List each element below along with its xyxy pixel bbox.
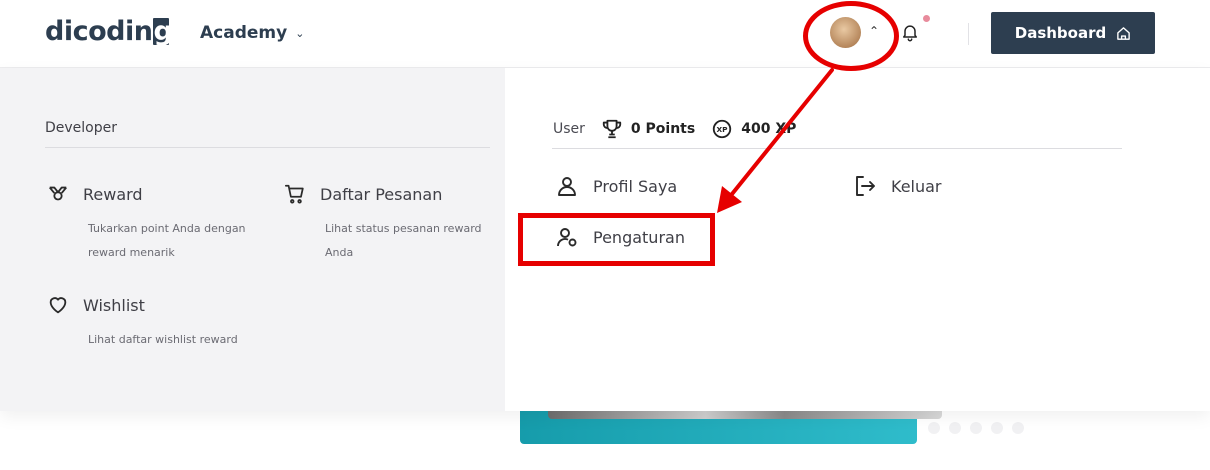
developer-section-title: Developer [45, 120, 118, 136]
annotation-rectangle [518, 213, 715, 266]
page: dicoding Academy ⌄ ⌃ Dashboard Developer [0, 0, 1210, 470]
svg-text:XP: XP [717, 125, 729, 134]
carousel-dot[interactable] [949, 422, 961, 434]
menu-item-title: Reward [83, 184, 143, 204]
carousel-dot[interactable] [991, 422, 1003, 434]
menu-item-title: Daftar Pesanan [320, 184, 443, 204]
points-value: 0 Points [630, 121, 696, 137]
logo-text: dicodin [45, 16, 153, 47]
notification-dot [923, 15, 930, 22]
menu-item-description: Lihat daftar wishlist reward [88, 333, 238, 346]
user-stats-row: User 0 Points XP 400 XP [553, 118, 804, 140]
menu-item-reward[interactable]: Reward Tukarkan point Anda dengan reward… [47, 183, 248, 265]
dashboard-button-label: Dashboard [1014, 24, 1107, 42]
xp-icon: XP [713, 119, 732, 139]
top-navbar: dicoding Academy ⌄ ⌃ Dashboard [0, 0, 1210, 68]
logout-icon [856, 176, 875, 196]
annotation-ellipse [803, 1, 899, 71]
menu-item-description: Lihat status pesanan reward Anda [325, 222, 482, 259]
header-divider [968, 23, 969, 45]
menu-item-wishlist[interactable]: Wishlist Lihat daftar wishlist reward [47, 294, 288, 352]
menu-item-title: Keluar [891, 176, 942, 196]
bell-icon[interactable] [900, 21, 920, 43]
section-divider [552, 148, 1122, 149]
menu-item-profil-saya[interactable]: Profil Saya [555, 174, 677, 198]
menu-item-title: Profil Saya [593, 176, 678, 196]
dashboard-button[interactable]: Dashboard [991, 12, 1155, 54]
user-icon [558, 177, 576, 196]
menu-item-description: Tukarkan point Anda dengan reward menari… [88, 222, 246, 259]
xp-value: 400 XP [741, 121, 797, 137]
dicoding-logo[interactable]: dicoding [45, 16, 173, 47]
menu-item-title: Wishlist [83, 295, 145, 315]
menu-item-keluar[interactable]: Keluar [853, 174, 942, 198]
carousel-dots [928, 422, 1024, 434]
academy-menu[interactable]: Academy ⌄ [200, 23, 304, 43]
trophy-icon [602, 119, 622, 139]
developer-section: Developer Reward Tukarkan point Anda den… [0, 68, 505, 411]
chevron-down-icon: ⌄ [295, 27, 305, 40]
cart-icon [284, 184, 304, 204]
heart-icon [49, 297, 67, 314]
carousel-dot[interactable] [928, 422, 940, 434]
user-role-label: User [553, 121, 585, 137]
home-icon [1117, 26, 1131, 40]
menu-item-daftar-pesanan[interactable]: Daftar Pesanan Lihat status pesanan rewa… [284, 183, 485, 265]
carousel-dot[interactable] [970, 422, 982, 434]
reward-icon [49, 186, 67, 201]
section-divider [45, 147, 490, 148]
logo-g: g [153, 16, 173, 47]
academy-menu-label: Academy [200, 23, 288, 43]
carousel-dot[interactable] [1012, 422, 1024, 434]
